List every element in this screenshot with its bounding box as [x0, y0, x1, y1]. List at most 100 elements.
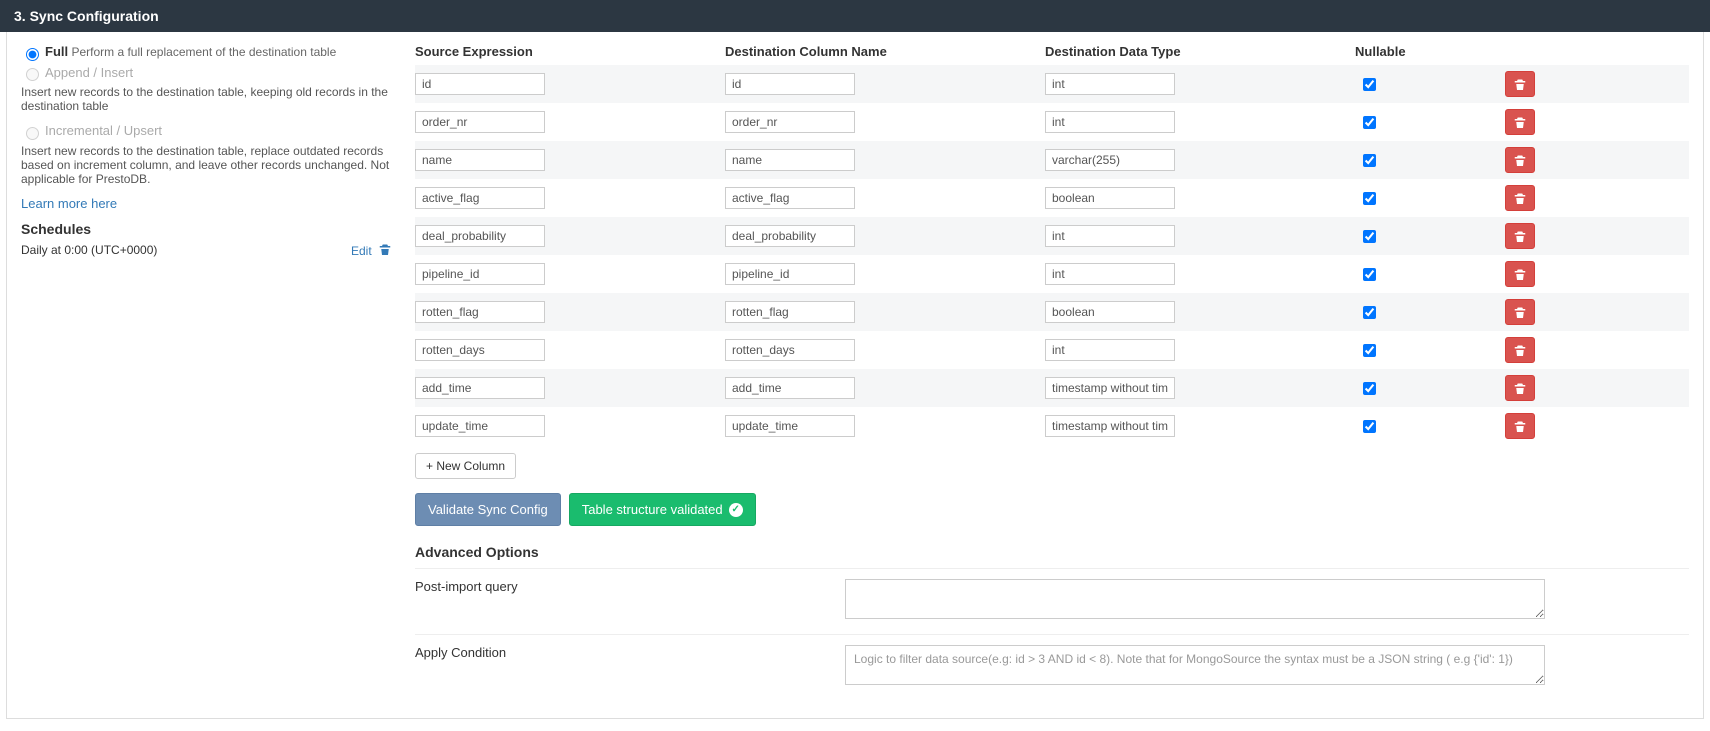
destination-type-input[interactable]: [1045, 111, 1175, 133]
check-icon: ✓: [729, 503, 743, 517]
source-expression-input[interactable]: [415, 301, 545, 323]
table-row: [415, 293, 1689, 331]
trash-icon: [1514, 382, 1526, 394]
schedule-edit-link[interactable]: Edit: [351, 244, 372, 258]
panel-header: 3. Sync Configuration: [0, 0, 1710, 32]
sidebar: Full Perform a full replacement of the d…: [21, 44, 391, 700]
source-expression-input[interactable]: [415, 339, 545, 361]
trash-icon: [1514, 192, 1526, 204]
trash-icon: [1514, 230, 1526, 242]
destination-column-input[interactable]: [725, 225, 855, 247]
source-expression-input[interactable]: [415, 73, 545, 95]
rows-container: [415, 65, 1689, 445]
schedule-delete-icon[interactable]: [379, 244, 391, 258]
trash-icon: [1514, 268, 1526, 280]
header-type: Destination Data Type: [1045, 44, 1355, 59]
nullable-checkbox[interactable]: [1363, 306, 1376, 319]
destination-type-input[interactable]: [1045, 187, 1175, 209]
sync-mode-desc: Perform a full replacement of the destin…: [68, 45, 336, 59]
learn-more-link[interactable]: Learn more here: [21, 196, 117, 211]
delete-row-button[interactable]: [1505, 147, 1535, 173]
destination-type-input[interactable]: [1045, 149, 1175, 171]
header-nullable: Nullable: [1355, 44, 1455, 59]
source-expression-input[interactable]: [415, 377, 545, 399]
delete-row-button[interactable]: [1505, 71, 1535, 97]
sync-mode-option: Full Perform a full replacement of the d…: [21, 44, 391, 61]
header-dest: Destination Column Name: [725, 44, 1045, 59]
table-validated-badge[interactable]: Table structure validated ✓: [569, 493, 756, 526]
post-import-query-input[interactable]: [845, 579, 1545, 619]
destination-type-input[interactable]: [1045, 73, 1175, 95]
destination-column-input[interactable]: [725, 415, 855, 437]
destination-column-input[interactable]: [725, 301, 855, 323]
sync-mode-option: Incremental / Upsert: [21, 123, 391, 140]
destination-type-input[interactable]: [1045, 301, 1175, 323]
destination-column-input[interactable]: [725, 73, 855, 95]
source-expression-input[interactable]: [415, 111, 545, 133]
trash-icon: [1514, 78, 1526, 90]
table-row: [415, 141, 1689, 179]
post-import-row: Post-import query: [415, 568, 1689, 622]
nullable-checkbox[interactable]: [1363, 382, 1376, 395]
trash-icon: [1514, 420, 1526, 432]
delete-row-button[interactable]: [1505, 413, 1535, 439]
delete-row-button[interactable]: [1505, 223, 1535, 249]
panel-body: Full Perform a full replacement of the d…: [6, 32, 1704, 719]
nullable-checkbox[interactable]: [1363, 116, 1376, 129]
header-source: Source Expression: [415, 44, 725, 59]
delete-row-button[interactable]: [1505, 337, 1535, 363]
source-expression-input[interactable]: [415, 149, 545, 171]
schedule-text: Daily at 0:00 (UTC+0000): [21, 243, 157, 257]
table-row: [415, 179, 1689, 217]
sync-mode-radio: [26, 68, 39, 81]
source-expression-input[interactable]: [415, 225, 545, 247]
delete-row-button[interactable]: [1505, 299, 1535, 325]
destination-type-input[interactable]: [1045, 415, 1175, 437]
table-validated-label: Table structure validated: [582, 502, 723, 517]
new-column-button[interactable]: + New Column: [415, 453, 516, 479]
trash-icon: [1514, 116, 1526, 128]
apply-condition-input[interactable]: [845, 645, 1545, 685]
delete-row-button[interactable]: [1505, 109, 1535, 135]
nullable-checkbox[interactable]: [1363, 230, 1376, 243]
validate-sync-config-button[interactable]: Validate Sync Config: [415, 493, 561, 526]
table-row: [415, 217, 1689, 255]
schedules-title: Schedules: [21, 221, 391, 237]
destination-column-input[interactable]: [725, 339, 855, 361]
sync-mode-label: Append / Insert: [45, 65, 133, 80]
destination-type-input[interactable]: [1045, 225, 1175, 247]
table-row: [415, 331, 1689, 369]
nullable-checkbox[interactable]: [1363, 192, 1376, 205]
nullable-checkbox[interactable]: [1363, 268, 1376, 281]
delete-row-button[interactable]: [1505, 375, 1535, 401]
destination-column-input[interactable]: [725, 149, 855, 171]
table-row: [415, 407, 1689, 445]
nullable-checkbox[interactable]: [1363, 154, 1376, 167]
trash-icon: [1514, 306, 1526, 318]
destination-column-input[interactable]: [725, 187, 855, 209]
advanced-options-title: Advanced Options: [415, 544, 1689, 560]
nullable-checkbox[interactable]: [1363, 344, 1376, 357]
nullable-checkbox[interactable]: [1363, 78, 1376, 91]
source-expression-input[interactable]: [415, 263, 545, 285]
sync-mode-radio: [26, 127, 39, 140]
delete-row-button[interactable]: [1505, 261, 1535, 287]
destination-column-input[interactable]: [725, 111, 855, 133]
apply-condition-row: Apply Condition: [415, 634, 1689, 688]
post-import-label: Post-import query: [415, 579, 825, 622]
delete-row-button[interactable]: [1505, 185, 1535, 211]
source-expression-input[interactable]: [415, 187, 545, 209]
destination-type-input[interactable]: [1045, 377, 1175, 399]
sync-mode-radio[interactable]: [26, 48, 39, 61]
table-row: [415, 65, 1689, 103]
sync-mode-option: Append / Insert: [21, 65, 391, 82]
destination-type-input[interactable]: [1045, 263, 1175, 285]
source-expression-input[interactable]: [415, 415, 545, 437]
destination-column-input[interactable]: [725, 263, 855, 285]
sync-mode-desc: Insert new records to the destination ta…: [21, 144, 391, 186]
destination-type-input[interactable]: [1045, 339, 1175, 361]
column-headers: Source Expression Destination Column Nam…: [415, 44, 1689, 59]
sync-mode-label: Incremental / Upsert: [45, 123, 162, 138]
nullable-checkbox[interactable]: [1363, 420, 1376, 433]
destination-column-input[interactable]: [725, 377, 855, 399]
